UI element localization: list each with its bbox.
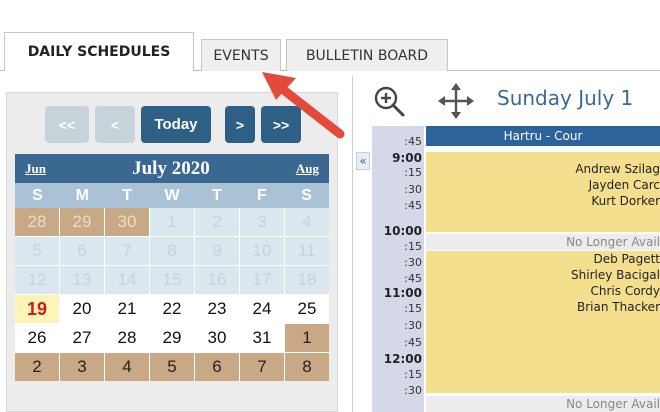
day-cell: 29 bbox=[60, 208, 104, 236]
annotation-arrow-icon bbox=[262, 72, 345, 139]
reservation-block[interactable]: Deb Pagett Shirley Bacigal Chris Cordy B… bbox=[426, 251, 660, 393]
unavailable-label: No Longer Avail bbox=[566, 397, 660, 411]
weekday-label: S bbox=[301, 186, 312, 204]
time-label-hour: 9:00 bbox=[392, 151, 422, 165]
player-name: Brian Thacker bbox=[577, 300, 660, 314]
weekday-label: W bbox=[164, 186, 180, 204]
day-grid: 28 29 30 1 2 3 4 5 6 7 8 9 10 11 12 13 1… bbox=[15, 208, 329, 381]
weekday-label: T bbox=[122, 186, 133, 204]
day-cell[interactable]: 5 bbox=[150, 353, 194, 381]
day-cell: 10 bbox=[240, 237, 284, 265]
day-cell: 18 bbox=[285, 266, 329, 294]
day-cell[interactable]: 7 bbox=[240, 353, 284, 381]
day-cell: 3 bbox=[240, 208, 284, 236]
unavailable-label: No Longer Avail bbox=[566, 235, 660, 249]
tab-daily-schedules[interactable]: DAILY SCHEDULES bbox=[4, 32, 194, 71]
day-cell: 15 bbox=[150, 266, 194, 294]
day-cell: 13 bbox=[60, 266, 104, 294]
day-cell: 12 bbox=[15, 266, 59, 294]
move-icon[interactable] bbox=[438, 82, 474, 120]
time-label: :15 bbox=[404, 368, 422, 381]
weekday-label: S bbox=[32, 186, 43, 204]
player-name: Kurt Dorker bbox=[591, 194, 660, 208]
day-cell[interactable]: 28 bbox=[105, 324, 149, 352]
day-cell[interactable]: 2 bbox=[15, 353, 59, 381]
time-label: :15 bbox=[404, 166, 422, 179]
prev-button[interactable]: < bbox=[95, 106, 135, 143]
day-cell[interactable]: 31 bbox=[240, 324, 284, 352]
time-label: :15 bbox=[404, 302, 422, 315]
day-cell: 16 bbox=[195, 266, 239, 294]
zoom-in-icon[interactable] bbox=[372, 84, 406, 118]
day-cell-selected[interactable]: 19 bbox=[15, 295, 59, 323]
prev-month-link[interactable]: Jun bbox=[25, 161, 46, 177]
unavailable-slot: No Longer Avail bbox=[426, 396, 660, 412]
time-label: :45 bbox=[404, 336, 422, 349]
time-label: :30 bbox=[404, 183, 422, 196]
reservation-block[interactable]: Andrew Szilag Jayden Carc Kurt Dorker bbox=[426, 152, 660, 232]
calendar-header: Jun July 2020 Aug bbox=[15, 154, 329, 183]
time-label: :45 bbox=[404, 199, 422, 212]
unavailable-slot: No Longer Avail bbox=[426, 234, 660, 250]
day-cell: 5 bbox=[15, 237, 59, 265]
day-cell: 17 bbox=[240, 266, 284, 294]
time-label-hour: 11:00 bbox=[383, 286, 422, 300]
player-name: Shirley Bacigal bbox=[571, 268, 660, 282]
day-cell[interactable]: 20 bbox=[60, 295, 104, 323]
day-cell[interactable]: 8 bbox=[285, 353, 329, 381]
player-name: Chris Cordy bbox=[590, 284, 660, 298]
day-cell[interactable]: 27 bbox=[60, 324, 104, 352]
weekday-label: M bbox=[75, 186, 89, 204]
day-cell[interactable]: 6 bbox=[195, 353, 239, 381]
month-calendar: Jun July 2020 Aug S M T W T F S 28 29 30… bbox=[15, 154, 329, 381]
day-cell[interactable]: 23 bbox=[195, 295, 239, 323]
day-cell[interactable]: 21 bbox=[105, 295, 149, 323]
day-cell: 11 bbox=[285, 237, 329, 265]
court-header: Hartru - Cour bbox=[426, 126, 660, 146]
day-cell[interactable]: 26 bbox=[15, 324, 59, 352]
today-button[interactable]: Today bbox=[141, 106, 211, 143]
time-label: :45 bbox=[404, 135, 422, 148]
player-name: Andrew Szilag bbox=[575, 162, 660, 176]
time-label-hour: 10:00 bbox=[383, 224, 422, 238]
day-cell: 9 bbox=[195, 237, 239, 265]
collapse-panel-icon[interactable]: « bbox=[356, 152, 370, 170]
player-name: Deb Pagett bbox=[593, 252, 660, 266]
day-cell[interactable]: 24 bbox=[240, 295, 284, 323]
day-cell: 8 bbox=[150, 237, 194, 265]
day-cell: 4 bbox=[285, 208, 329, 236]
weekday-header: S M T W T F S bbox=[15, 183, 329, 208]
weekday-label: T bbox=[211, 186, 222, 204]
first-button[interactable]: << bbox=[45, 106, 89, 143]
player-name: Jayden Carc bbox=[588, 178, 660, 192]
schedule-day-title: Sunday July 1 bbox=[497, 86, 634, 110]
time-label: :30 bbox=[404, 384, 422, 397]
day-cell[interactable]: 29 bbox=[150, 324, 194, 352]
day-cell: 1 bbox=[150, 208, 194, 236]
time-label: :15 bbox=[404, 240, 422, 253]
panel-divider bbox=[352, 76, 353, 412]
day-cell[interactable]: 25 bbox=[285, 295, 329, 323]
day-cell: 6 bbox=[60, 237, 104, 265]
next-month-link[interactable]: Aug bbox=[296, 161, 319, 177]
day-cell: 14 bbox=[105, 266, 149, 294]
day-cell[interactable]: 1 bbox=[285, 324, 329, 352]
day-cell: 2 bbox=[195, 208, 239, 236]
day-cell: 30 bbox=[105, 208, 149, 236]
time-label: :30 bbox=[404, 256, 422, 269]
time-label-hour: 12:00 bbox=[383, 352, 422, 366]
court-column: Hartru - Cour Andrew Szilag Jayden Carc … bbox=[426, 126, 660, 412]
time-label: :45 bbox=[404, 272, 422, 285]
day-cell[interactable]: 22 bbox=[150, 295, 194, 323]
day-cell[interactable]: 4 bbox=[105, 353, 149, 381]
day-cell: 7 bbox=[105, 237, 149, 265]
day-cell[interactable]: 3 bbox=[60, 353, 104, 381]
day-cell: 28 bbox=[15, 208, 59, 236]
month-title: July 2020 bbox=[132, 157, 210, 179]
day-cell[interactable]: 30 bbox=[195, 324, 239, 352]
time-column: :45 9:00 :15 :30 :45 10:00 :15 :30 :45 1… bbox=[372, 126, 424, 412]
weekday-label: F bbox=[256, 186, 267, 204]
time-label: :30 bbox=[404, 319, 422, 332]
